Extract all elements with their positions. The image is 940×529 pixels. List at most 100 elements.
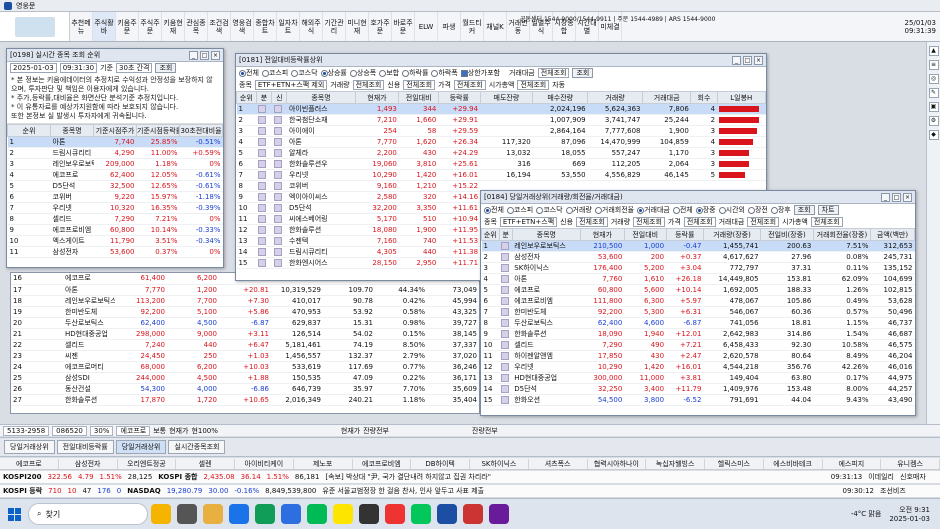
column-header[interactable]: 전일대비 [398,91,439,104]
toolbar-button[interactable]: 키움현재 [162,12,185,41]
query-button[interactable]: 조회 [793,205,815,215]
table-row[interactable]: 17 아톤 7,770 1,200 +20.81 10,319,529 109.70 44.3… [11,284,479,296]
filter-option[interactable]: 하락폭 [431,68,458,78]
column-header[interactable]: 분 [498,228,513,241]
table-row[interactable]: 4 에코프로 62,400 12.05% -0.61% [7,169,223,181]
filter-select[interactable]: ETF+ETN+스팩 제외 [254,80,328,90]
filter-option[interactable]: 보합 [379,68,399,78]
toolbar-button[interactable]: 해외주식 [300,12,323,41]
filter-option[interactable]: 상한가포함 [460,68,500,78]
ticker-item[interactable]: SK하이닉스 [470,458,529,469]
ticker-item[interactable]: 에코프로 [0,458,59,469]
filter-select[interactable]: 전체조회 [352,80,385,90]
start-button[interactable] [0,502,28,526]
table-row[interactable]: 7 한미반도체 92,200 5,300 +6.31 546,067 60.36 0.57% 5… [481,306,915,318]
table-row[interactable]: 23 씨젠 24,450 250 +1.03 1,456,557 132.37 2.79% 37… [11,350,479,362]
table-row[interactable]: 3 아이에이 254 58 +29.59 2,864,164 7,777,608 1,900 3 [236,125,766,137]
market-select[interactable]: 전체조회 [537,68,570,78]
filter-option[interactable]: 전체 [672,205,693,215]
filter-select[interactable]: 전체조회 [747,217,780,227]
account-code[interactable]: 5133-2958 [3,425,50,436]
dock-icon-4[interactable]: ✎ [928,88,939,98]
close-button[interactable]: × [754,55,763,65]
toolbar-button[interactable]: 일자차트 [277,12,300,41]
filter-option[interactable]: 코스피 [261,68,288,78]
maximize-button[interactable]: □ [743,55,752,65]
maximize-button[interactable]: □ [200,50,209,60]
toolbar-button[interactable]: 키움주문 [116,12,139,41]
query-button[interactable]: 조회 [155,63,177,73]
toolbar-button[interactable]: 종합차트 [254,12,277,41]
toolbar-button[interactable]: 바로주문 [392,12,415,41]
ticker-item[interactable]: 삼성전자 [59,458,118,469]
column-header[interactable]: 순위 [7,124,51,137]
table-row[interactable]: 10 셀리드 7,290 490 +7.21 6,458,433 92.30 10.58% 46… [481,339,915,351]
ticker-item[interactable]: 에스피지 [823,458,882,469]
column-header[interactable]: 종목명 [50,124,94,137]
toolbar-button[interactable]: 미니현재 [346,12,369,41]
ticker-item[interactable]: 아이비티케이 [235,458,294,469]
table-row[interactable]: 7 우리넷 10,290 1,420 +16.01 16,194 53,550 4,556,8… [236,169,766,181]
table-row[interactable]: 2 삼성전자 53,600 200 +0.37 4,617,627 27.96 0.08% 24… [481,251,915,263]
toolbar-button[interactable]: 관심종목 [185,12,208,41]
chart-button[interactable]: 차트 [817,205,839,215]
filter-option[interactable]: 거래량 [565,205,592,215]
column-header[interactable]: 거래량(장중) [702,228,762,241]
table-row[interactable]: 20 두산로보틱스 62,400 4,500 -6.87 629,837 15.31 0.98… [11,317,479,329]
filter-option[interactable]: 장중 [695,205,716,215]
table-row[interactable]: 1 아이빈플러스 1,493 344 +29.94 2,024,196 5,624,363 7… [236,103,766,115]
table-row[interactable]: 27 한화솔루션 17,870 1,720 +10.65 2,016,349 240.21 1… [11,394,479,406]
ticker-item[interactable]: 셔츠폭스 [529,458,588,469]
filter-select[interactable]: 전체조회 [576,217,608,227]
table-row[interactable]: 26 동산건설 54,300 4,000 -6.86 646,739 35.97 7.70% 3… [11,383,479,395]
filter-select[interactable]: 전체조회 [403,80,436,90]
table-row[interactable]: 5 D5단석 32,500 12.65% -0.61% [7,180,223,192]
column-header[interactable]: 분 [255,91,273,104]
time-input[interactable]: 09:31:30 [59,63,98,73]
taskbar-app-4[interactable] [229,504,249,524]
filter-select[interactable]: 전체조회 [810,217,843,227]
table-row[interactable]: 25 삼성SDI 244,000 4,500 +1.88 150,535 47.09 0.22… [11,372,479,384]
column-header[interactable]: 회수 [690,91,718,104]
interval-select[interactable]: 30초 간격 [116,63,153,73]
filter-option[interactable]: 상승폭 [349,68,376,78]
column-header[interactable]: 30초전대비율 [179,124,223,137]
table-row[interactable]: 1 아톤 7,740 25.85% -0.51% [7,136,223,148]
close-button[interactable]: × [211,50,220,60]
table-row[interactable]: 15 한화오션 54,500 3,800 -6.52 791,691 44.04 9.43% 4… [481,394,915,406]
toolbar-button[interactable]: 기간관리 [323,12,346,41]
filter-select[interactable]: 전체조회 [453,80,486,90]
table-row[interactable]: 6 코위버 9,220 15.97% -1.18% [7,191,223,203]
taskbar-app-2[interactable] [177,504,197,524]
column-header[interactable]: 기준시점주가 [93,124,137,137]
table-row[interactable]: 24 에코프로머티 68,000 6,200 +10.03 533,619 117.69 0.… [11,361,479,373]
filter-select[interactable]: 전체조회 [683,217,716,227]
ticker-item[interactable]: 오리엔트정공 [118,458,177,469]
toolbar-button[interactable]: 영웅검색 [231,12,254,41]
column-header[interactable]: 순위 [481,228,500,241]
dock-icon-7[interactable]: ◆ [928,130,939,140]
taskbar-clock[interactable]: 오전 9:31 2025-01-03 [889,505,930,523]
table-row[interactable]: 6 에코프로비엠 111,800 6,300 +5.97 478,067 105.86 0.4… [481,295,915,307]
dock-icon-6[interactable]: ⚙ [928,116,939,126]
column-header[interactable]: 신 [271,91,288,104]
taskbar-search[interactable]: ⌕ 찾기 [28,503,148,525]
filter-option[interactable]: 하락률 [402,68,428,78]
toolbar-button[interactable]: 월드티커 [461,12,484,41]
column-header[interactable]: 종목명 [511,228,581,241]
filter-option[interactable]: 장후 [770,205,791,215]
column-header[interactable]: 거래회전율(장중) [812,228,871,241]
minimize-button[interactable]: _ [732,55,741,65]
taskbar-app-3[interactable] [203,504,223,524]
column-header[interactable]: 현재가 [579,228,625,241]
close-button[interactable]: × [903,192,912,202]
table-row[interactable]: 8 두산로보틱스 62,400 4,600 -6.87 741,056 18.81 1.15%… [481,317,915,329]
table-row[interactable]: 19 한미반도체 92,200 5,100 +5.86 470,953 53.92 0.58%… [11,306,479,318]
taskbar-app-6[interactable] [281,504,301,524]
window-tab[interactable]: 실시간종목조회 [168,440,226,454]
toolbar-button[interactable]: 조건검색 [208,12,231,41]
table-row[interactable]: 8 셀리드 7,290 7.21% 0% [7,213,223,225]
table-row[interactable]: 2 한국첨단소재 7,210 1,660 +29.91 1,007,909 3,741,74… [236,114,766,126]
taskbar-app-14[interactable] [489,504,509,524]
toolbar-button[interactable]: 주식활바 [93,12,116,41]
